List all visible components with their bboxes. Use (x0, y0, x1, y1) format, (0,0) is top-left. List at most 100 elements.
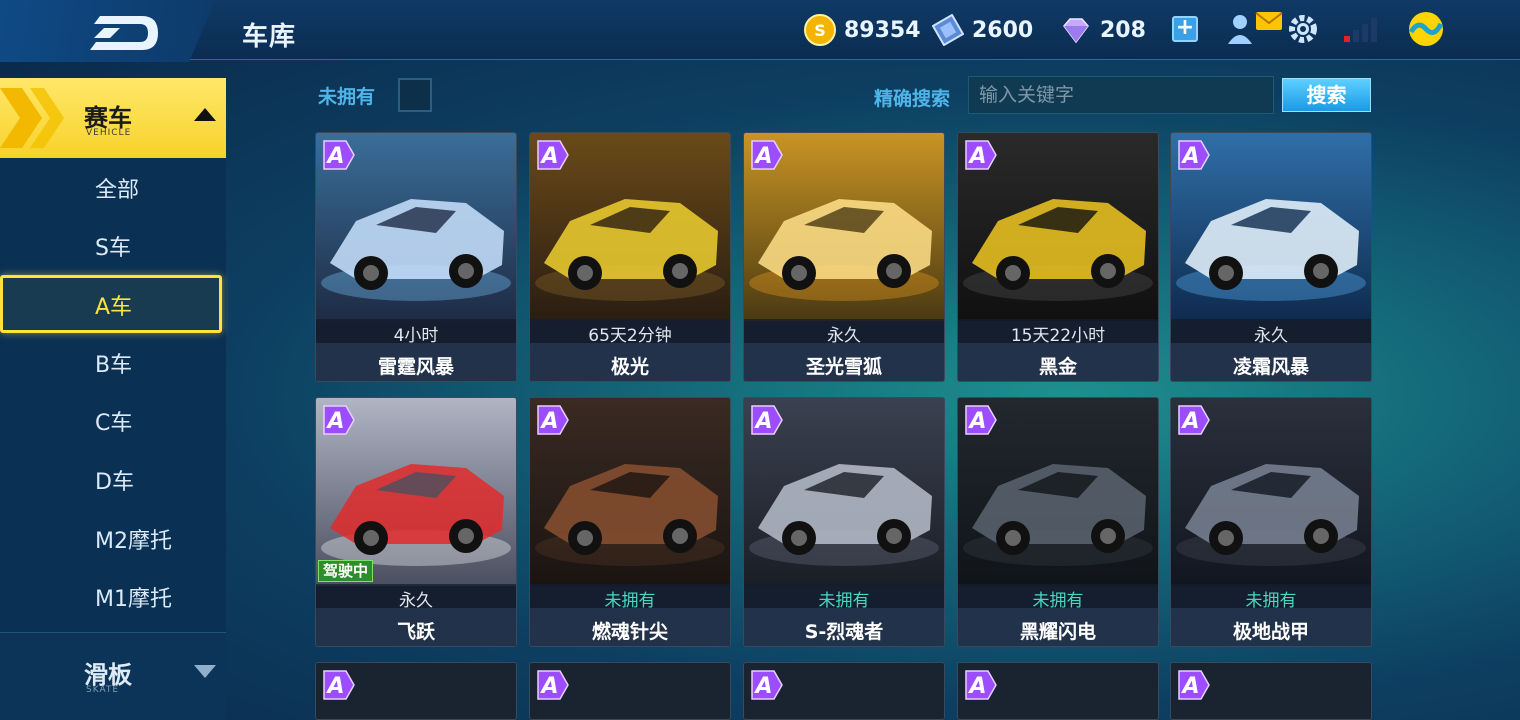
grade-a-badge-icon: A (1178, 405, 1210, 435)
search-button[interactable]: 搜索 (1282, 78, 1371, 112)
svg-text:A: A (753, 674, 772, 699)
sidebar-item-d-car[interactable]: D车 (0, 450, 226, 508)
coin-counter: S 89354 (804, 14, 921, 46)
activity-icon[interactable] (1406, 10, 1446, 48)
grade-a-badge-icon: A (751, 140, 783, 170)
svg-text:A: A (325, 144, 344, 169)
svg-text:A: A (753, 409, 772, 434)
car-card-partial[interactable]: A (529, 662, 731, 720)
grade-a-badge-icon: A (751, 670, 783, 700)
grade-a-badge-icon: A (965, 405, 997, 435)
svg-text:A: A (967, 409, 986, 434)
grade-a-badge-icon: A (537, 405, 569, 435)
exact-search-label: 精确搜索 (874, 88, 951, 110)
svg-text:A: A (1180, 144, 1199, 169)
svg-text:A: A (967, 144, 986, 169)
car-card-partial[interactable]: A (1170, 662, 1372, 720)
sidebar-item-label: D车 (95, 470, 134, 495)
coupon-value: 2600 (972, 17, 1034, 43)
diamond-value: 208 (1100, 17, 1146, 43)
coin-icon: S (804, 14, 836, 46)
collapse-arrow-icon[interactable] (194, 108, 216, 121)
game-logo[interactable] (86, 12, 160, 54)
car-name: 黑金 (1038, 356, 1077, 378)
expand-arrow-icon[interactable] (194, 665, 216, 678)
car-card-heijin[interactable]: A 15天22小时 黑金 (957, 132, 1159, 382)
sidebar-item-label: M2摩托 (95, 529, 172, 554)
svg-text:A: A (1180, 409, 1199, 434)
friends-mail-icon[interactable] (1226, 10, 1284, 46)
car-card-s-liehunzhe[interactable]: A 未拥有 S-烈魂者 (743, 397, 945, 647)
sidebar-item-label: C车 (95, 411, 133, 436)
svg-text:S: S (814, 21, 826, 40)
coupon-counter: 2600 (932, 14, 1033, 46)
grade-a-badge-icon: A (537, 140, 569, 170)
recharge-button[interactable]: + (1172, 16, 1198, 42)
sidebar-item-s-car[interactable]: S车 (0, 216, 226, 274)
svg-text:A: A (539, 674, 558, 699)
car-card-shengguang-xuehu[interactable]: A 永久 圣光雪狐 (743, 132, 945, 382)
car-name: 黑耀闪电 (1019, 621, 1096, 643)
sidebar-item-all[interactable]: 全部 (0, 158, 226, 216)
sidebar-item-b-car[interactable]: B车 (0, 333, 226, 391)
car-name: 燃魂针尖 (591, 621, 668, 643)
car-name: 凌霜风暴 (1232, 356, 1309, 378)
car-card-heiyao-shandian[interactable]: A 未拥有 黑耀闪电 (957, 397, 1159, 647)
car-card-feiyue[interactable]: A 驾驶中 永久 飞跃 (315, 397, 517, 647)
svg-text:A: A (753, 144, 772, 169)
sidebar-item-m1-moto[interactable]: M1摩托 (0, 567, 226, 625)
category-vehicle[interactable]: 赛车 VEHICLE (0, 78, 226, 158)
car-card-jidi-zhanjia[interactable]: A 未拥有 极地战甲 (1170, 397, 1372, 647)
sidebar-item-c-car[interactable]: C车 (0, 391, 226, 449)
sidebar-item-label: S车 (95, 236, 131, 261)
car-card-ranhun-zhenjian[interactable]: A 未拥有 燃魂针尖 (529, 397, 731, 647)
svg-text:A: A (967, 674, 986, 699)
grade-a-badge-icon: A (323, 670, 355, 700)
car-card-leiting-fengbao[interactable]: A 4小时 雷霆风暴 (315, 132, 517, 382)
car-name: 极地战甲 (1232, 621, 1309, 643)
sidebar-item-m2-moto[interactable]: M2摩托 (0, 509, 226, 567)
category-vehicle-subtitle: VEHICLE (86, 128, 132, 138)
unowned-filter-label: 未拥有 (318, 86, 376, 108)
svg-text:A: A (325, 674, 344, 699)
page-title: 车库 (242, 22, 297, 52)
grade-a-badge-icon: A (965, 140, 997, 170)
grade-a-badge-icon: A (323, 140, 355, 170)
grade-a-badge-icon: A (537, 670, 569, 700)
car-name: 极光 (610, 356, 649, 378)
sidebar-item-a-car[interactable]: A车 (0, 275, 222, 333)
signal-icon (1344, 18, 1377, 42)
car-card-partial[interactable]: A (957, 662, 1159, 720)
grade-a-badge-icon: A (1178, 140, 1210, 170)
settings-icon[interactable] (1286, 12, 1320, 46)
car-card-lingshuang-fengbao[interactable]: A 永久 凌霜风暴 (1170, 132, 1372, 382)
car-name: 圣光雪狐 (805, 356, 882, 378)
svg-text:A: A (539, 409, 558, 434)
chevron-decoration-icon (0, 88, 64, 148)
sidebar-item-label: A车 (95, 295, 133, 320)
diamond-counter: 208 (1060, 14, 1146, 46)
grade-a-badge-icon: A (965, 670, 997, 700)
car-card-jiguang[interactable]: A 65天2分钟 极光 (529, 132, 731, 382)
grade-a-badge-icon: A (323, 405, 355, 435)
sidebar-item-label: 全部 (95, 178, 140, 203)
car-card-partial[interactable]: A (315, 662, 517, 720)
svg-text:A: A (1180, 674, 1199, 699)
svg-text:A: A (325, 409, 344, 434)
grade-a-badge-icon: A (751, 405, 783, 435)
car-card-partial[interactable]: A (743, 662, 945, 720)
category-skate[interactable]: 滑板 SKATE (0, 632, 226, 720)
diamond-icon (1063, 18, 1089, 44)
search-input[interactable] (968, 76, 1274, 114)
coin-value: 89354 (844, 17, 921, 43)
driving-badge: 驾驶中 (318, 560, 374, 582)
category-skate-subtitle: SKATE (86, 685, 120, 695)
category-sidebar: 赛车 VEHICLE 全部 S车 A车 B车 C车 D车 M2摩托 M1摩托 滑… (0, 78, 226, 720)
svg-text:A: A (539, 144, 558, 169)
car-name: 飞跃 (396, 621, 435, 643)
unowned-filter-checkbox[interactable] (398, 78, 432, 112)
sidebar-item-label: M1摩托 (95, 587, 172, 612)
car-name: S-烈魂者 (804, 621, 884, 643)
top-bar: 车库 S 89354 2600 208 + (0, 0, 1520, 62)
sidebar-item-label: B车 (95, 353, 133, 378)
